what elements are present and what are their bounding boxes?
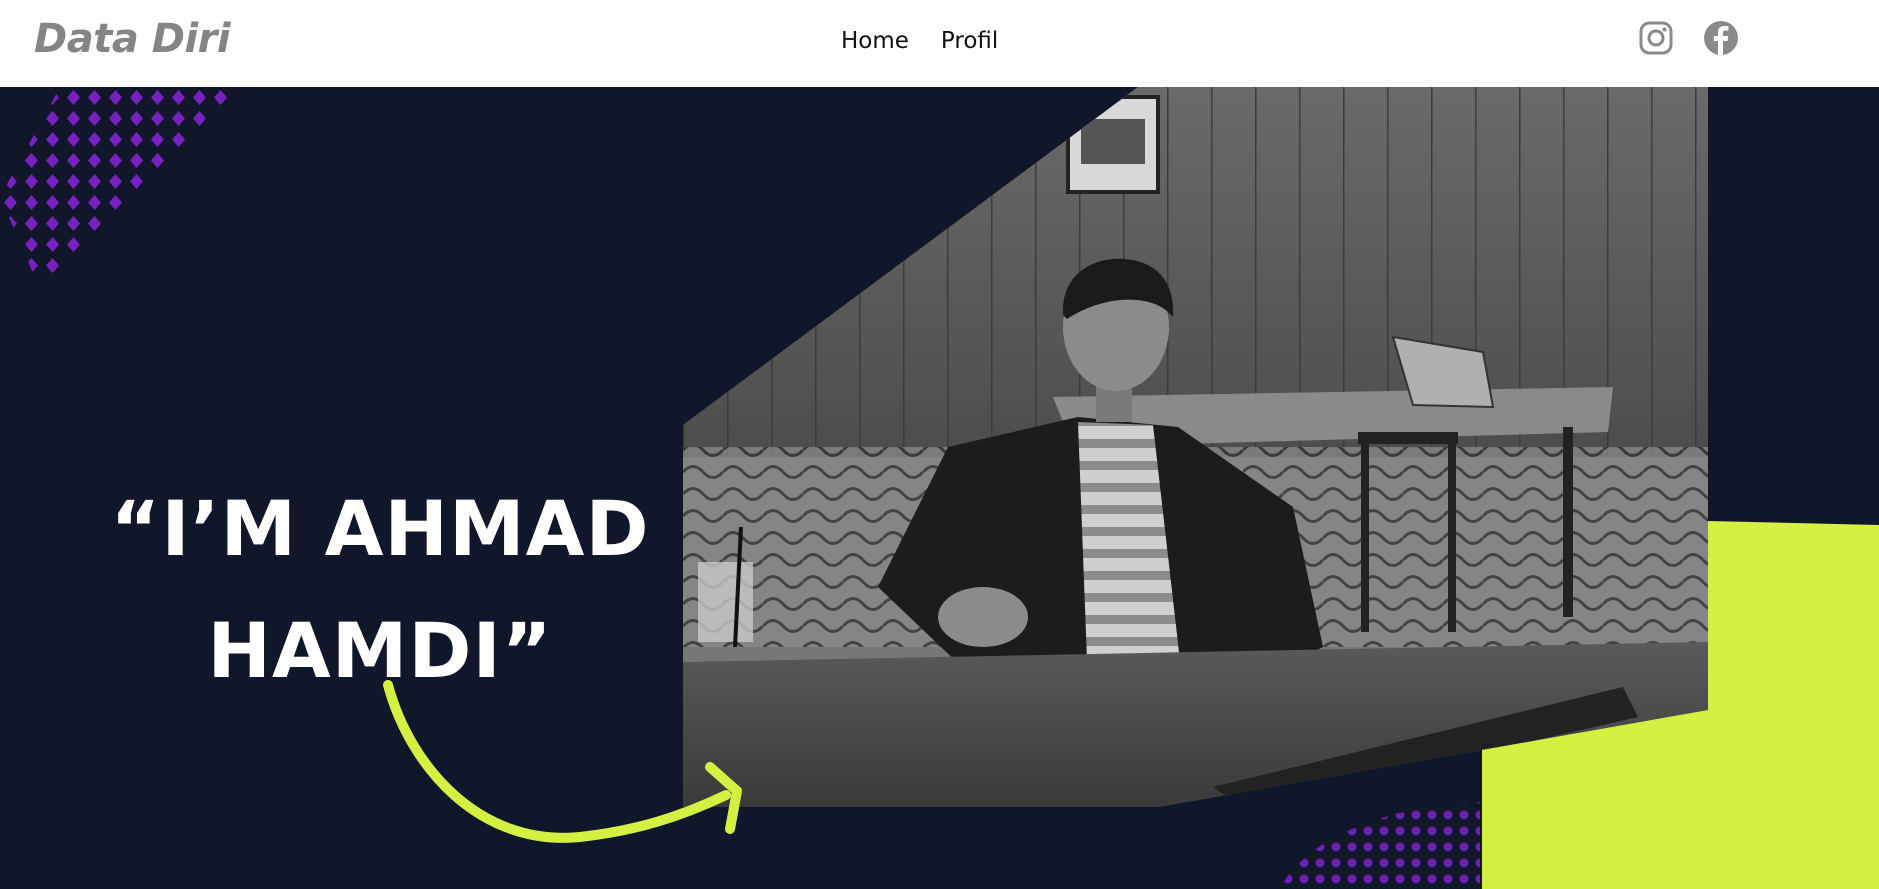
main-nav: Home Profil	[841, 28, 998, 54]
hero-section: “I’M AHMAD HAMDI”	[0, 87, 1879, 889]
nav-link-home[interactable]: Home	[841, 28, 909, 54]
hero-title-line-1: “I’M AHMAD	[110, 483, 650, 573]
hero-title: “I’M AHMAD HAMDI”	[80, 468, 680, 712]
navbar: Data Diri Home Profil	[0, 0, 1879, 87]
instagram-icon[interactable]	[1638, 20, 1674, 56]
brand-logo[interactable]: Data Diri	[34, 16, 231, 62]
facebook-icon[interactable]	[1703, 20, 1739, 56]
nav-link-profil[interactable]: Profil	[941, 28, 998, 54]
curved-arrow-icon	[383, 680, 742, 843]
